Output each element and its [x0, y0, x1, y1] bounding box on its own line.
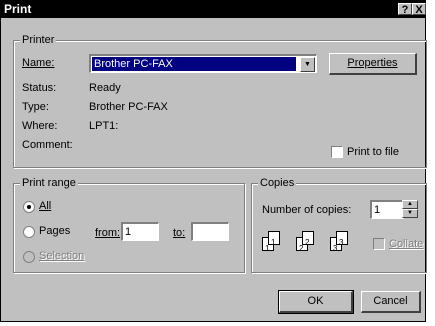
pages-radio[interactable]	[23, 226, 35, 238]
from-label: from:	[95, 227, 121, 239]
collate-page-icon: 1	[268, 231, 280, 247]
cancel-button[interactable]: Cancel	[361, 291, 421, 313]
radio-selected-dot	[27, 205, 31, 209]
properties-button[interactable]: Properties	[329, 53, 417, 75]
where-value: LPT1:	[89, 120, 119, 132]
collate-page-icon: 3	[336, 231, 348, 247]
copies-spinner[interactable]: ▲ ▼	[402, 200, 418, 219]
printer-name-value: Brother PC-FAX	[92, 57, 296, 71]
ok-button[interactable]: OK	[278, 290, 354, 314]
copies-input[interactable]: 1	[370, 200, 404, 219]
to-label: to:	[173, 227, 186, 239]
collate-page-icon: 2	[302, 231, 314, 247]
print-dialog: Print ? X Printer Name: Brother PC-FAX ▼…	[0, 0, 427, 322]
printer-name-select[interactable]: Brother PC-FAX ▼	[89, 54, 317, 73]
ok-button-label: OK	[307, 295, 324, 307]
type-label: Type:	[22, 101, 49, 113]
copies-group: Copies	[251, 177, 427, 273]
help-button[interactable]: ?	[398, 3, 412, 16]
properties-button-label: Properties	[347, 57, 398, 69]
selection-radio[interactable]	[23, 251, 35, 263]
from-input[interactable]: 1	[121, 222, 159, 241]
to-input[interactable]	[191, 222, 229, 241]
title-bar[interactable]: Print ? X	[1, 1, 426, 18]
print-to-file-checkbox[interactable]	[331, 146, 343, 158]
copies-group-title: Copies	[258, 177, 297, 189]
close-button[interactable]: X	[412, 3, 426, 16]
type-value: Brother PC-FAX	[89, 101, 168, 113]
status-value: Ready	[89, 82, 121, 94]
name-label: Name:	[22, 57, 55, 69]
chevron-down-icon[interactable]: ▼	[300, 57, 315, 72]
status-label: Status:	[22, 82, 57, 94]
where-label: Where:	[22, 120, 58, 132]
printer-group-title: Printer	[20, 34, 57, 46]
print-range-group-title: Print range	[20, 177, 78, 189]
number-of-copies-label: Number of copies:	[262, 204, 352, 216]
selection-label[interactable]: Selection	[39, 249, 84, 263]
spin-up-icon[interactable]: ▲	[402, 200, 418, 209]
window-title: Print	[4, 2, 32, 16]
collate-checkbox[interactable]	[373, 238, 385, 250]
spin-down-icon[interactable]: ▼	[402, 209, 418, 218]
comment-label: Comment:	[22, 139, 73, 151]
cancel-button-label: Cancel	[373, 295, 408, 307]
all-radio[interactable]	[23, 201, 35, 213]
all-label[interactable]: All	[39, 199, 51, 213]
print-to-file-label[interactable]: Print to file	[347, 145, 399, 159]
pages-label[interactable]: Pages	[39, 224, 70, 238]
collate-label[interactable]: Collate	[389, 237, 423, 251]
